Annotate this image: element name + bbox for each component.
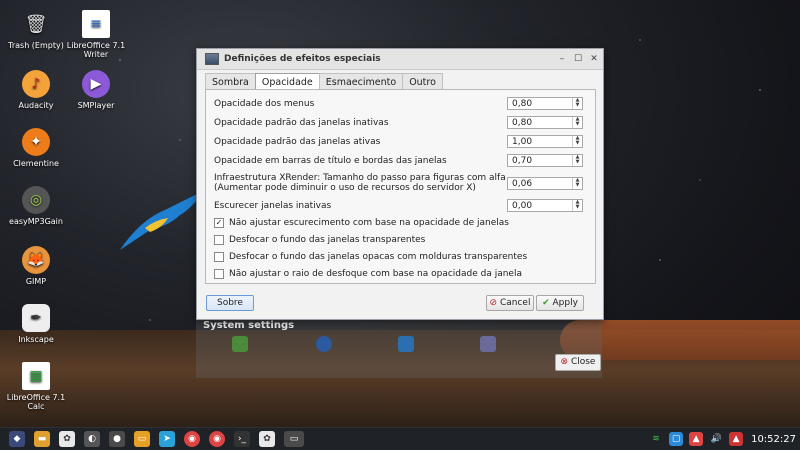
audacity-icon: ♪ xyxy=(22,70,50,98)
settings-app-icon[interactable] xyxy=(398,336,414,352)
checkbox-unchecked[interactable] xyxy=(214,235,224,245)
clock[interactable]: 10:52:27 xyxy=(751,434,796,445)
about-button[interactable]: Sobre xyxy=(206,295,254,311)
spin-arrows-icon[interactable]: ▲ ▼ xyxy=(572,155,582,166)
writer-icon: ≡ xyxy=(82,10,110,38)
terminal-icon[interactable]: ›_ xyxy=(234,431,250,447)
checkbox-unchecked[interactable] xyxy=(214,269,224,279)
gimp-icon: 🦊 xyxy=(22,246,50,274)
checkbox-checked[interactable]: ✓ xyxy=(214,218,224,228)
setting-row: Escurecer janelas inativas 0,00 ▲ ▼ xyxy=(214,199,589,213)
setting-label: Opacidade padrão das janelas ativas xyxy=(214,137,381,147)
system-tray: ≋ ▢ ▲ 🔊 ▲ 10:52:27 xyxy=(649,428,800,450)
spin-arrows-icon[interactable]: ▲ ▼ xyxy=(572,98,582,109)
setting-row: Opacidade padrão das janelas ativas 1,00… xyxy=(214,135,589,149)
toggle-icon[interactable]: ◐ xyxy=(84,431,100,447)
spin-arrows-icon[interactable]: ▲ ▼ xyxy=(572,200,582,211)
apps-icon[interactable]: ✿ xyxy=(59,431,75,447)
notification-icon[interactable]: ▲ xyxy=(689,432,704,446)
desktop-icon-inkscape[interactable]: ✒ Inkscape xyxy=(6,304,66,344)
checkbox-blur-transparent[interactable]: Desfocar o fundo das janelas transparent… xyxy=(214,235,425,245)
cancel-button[interactable]: ⊘ Cancel xyxy=(486,295,534,311)
close-button[interactable]: ⊗ Close xyxy=(555,354,601,371)
smplayer-icon: ▶ xyxy=(82,70,110,98)
dialog-title: Definições de efeitos especiais xyxy=(224,54,381,64)
system-settings-heading: System settings xyxy=(203,320,295,331)
setting-row: Infraestrutura XRender: Tamanho do passo… xyxy=(214,173,589,195)
desktop-icon-calc[interactable]: ▦ LibreOffice 7.1 Calc xyxy=(6,362,66,411)
setting-label: Escurecer janelas inativas xyxy=(214,201,332,211)
dialog-titlebar[interactable]: Definições de efeitos especiais – ☐ ✕ xyxy=(197,49,603,70)
taskbar: ◆ ▬ ✿ ◐ ● ▭ ➤ ◉ ◉ ›_ ✿ ▭ ≋ ▢ ▲ 🔊 ▲ 10:52… xyxy=(0,427,800,450)
setting-label-secondary: (Aumentar pode diminuir o uso de recurso… xyxy=(214,183,476,193)
chrome-icon[interactable]: ◉ xyxy=(184,431,200,447)
setting-label: Opacidade padrão das janelas inativas xyxy=(214,118,389,128)
user-icon[interactable]: ▲ xyxy=(729,432,744,446)
setting-row: Opacidade dos menus 0,80 ▲ ▼ xyxy=(214,97,589,111)
cancel-icon: ⊘ xyxy=(489,298,498,308)
checkbox-unchecked[interactable] xyxy=(214,252,224,262)
desktop-icon-audacity[interactable]: ♪ Audacity xyxy=(6,70,66,110)
wallpaper-parrot xyxy=(120,190,205,250)
desktop-icon-easymp3gain[interactable]: ◎ easyMP3Gain xyxy=(6,186,66,226)
calc-icon: ▦ xyxy=(22,362,50,390)
effects-dialog: Definições de efeitos especiais – ☐ ✕ So… xyxy=(196,48,604,320)
checkbox-blur-opaque-frames[interactable]: Desfocar o fundo das janelas opacas com … xyxy=(214,252,527,262)
window-app-icon xyxy=(205,53,219,65)
setting-label: Opacidade dos menus xyxy=(214,99,315,109)
active-opacity-spinbox[interactable]: 1,00 ▲ ▼ xyxy=(507,135,583,148)
checkbox-dim-by-opacity[interactable]: ✓ Não ajustar escurecimento com base na … xyxy=(214,218,509,228)
dim-inactive-spinbox[interactable]: 0,00 ▲ ▼ xyxy=(507,199,583,212)
trash-icon: 🗑 xyxy=(24,13,48,35)
titlebar-opacity-spinbox[interactable]: 0,70 ▲ ▼ xyxy=(507,154,583,167)
spin-arrows-icon[interactable]: ▲ ▼ xyxy=(572,136,582,147)
checkmark-icon: ✔ xyxy=(542,298,550,308)
menu-opacity-spinbox[interactable]: 0,80 ▲ ▼ xyxy=(507,97,583,110)
setting-label: Opacidade em barras de título e bordas d… xyxy=(214,156,447,166)
volume-icon[interactable]: 🔊 xyxy=(709,432,723,446)
minimize-icon[interactable]: – xyxy=(555,54,569,64)
settings-app-icon[interactable]: ✿ xyxy=(259,431,275,447)
inactive-opacity-spinbox[interactable]: 0,80 ▲ ▼ xyxy=(507,116,583,129)
wifi-icon[interactable]: ≋ xyxy=(649,432,663,446)
settings-app-icon[interactable] xyxy=(316,336,332,352)
folder-icon[interactable]: ▭ xyxy=(134,431,150,447)
spin-arrows-icon[interactable]: ▲ ▼ xyxy=(572,117,582,128)
clementine-icon: ✦ xyxy=(22,128,50,156)
chrome-alt-icon[interactable]: ◉ xyxy=(209,431,225,447)
system-settings-window: System settings xyxy=(196,318,602,378)
desktop-icon-gimp[interactable]: 🦊 GIMP xyxy=(6,246,66,286)
spin-arrows-icon[interactable]: ▲ ▼ xyxy=(572,178,582,189)
desktop-icon-trash[interactable]: 🗑 Trash (Empty) xyxy=(6,10,66,50)
desktop-icon-smplayer[interactable]: ▶ SMPlayer xyxy=(66,70,126,110)
setting-row: Opacidade padrão das janelas inativas 0,… xyxy=(214,116,589,130)
xrender-step-spinbox[interactable]: 0,06 ▲ ▼ xyxy=(507,177,583,190)
camera-icon[interactable]: ● xyxy=(109,431,125,447)
setting-row: Opacidade em barras de título e bordas d… xyxy=(214,154,589,168)
opacity-panel: Opacidade dos menus 0,80 ▲ ▼ Opacidade pa… xyxy=(205,89,596,284)
telegram-icon[interactable]: ➤ xyxy=(159,431,175,447)
file-manager-icon[interactable]: ▬ xyxy=(34,431,50,447)
desktop-icon-clementine[interactable]: ✦ Clementine xyxy=(6,128,66,168)
close-icon[interactable]: ✕ xyxy=(587,54,601,64)
close-icon: ⊗ xyxy=(560,357,569,367)
maximize-icon[interactable]: ☐ xyxy=(571,54,585,64)
apply-button[interactable]: ✔ Apply xyxy=(536,295,584,311)
start-menu-icon[interactable]: ◆ xyxy=(9,431,25,447)
checkbox-blur-radius-opacity[interactable]: Não ajustar o raio de desfoque com base … xyxy=(214,269,522,279)
settings-app-icon[interactable] xyxy=(232,336,248,352)
desktop-icon-writer[interactable]: ≡ LibreOffice 7.1 Writer xyxy=(66,10,126,59)
inkscape-icon: ✒ xyxy=(22,304,50,332)
window-task-icon[interactable]: ▭ xyxy=(284,431,304,447)
easymp3gain-icon: ◎ xyxy=(22,186,50,214)
chat-icon[interactable]: ▢ xyxy=(669,432,684,446)
settings-app-icon[interactable] xyxy=(480,336,496,352)
setting-label: Infraestrutura XRender: Tamanho do passo… xyxy=(214,173,506,183)
